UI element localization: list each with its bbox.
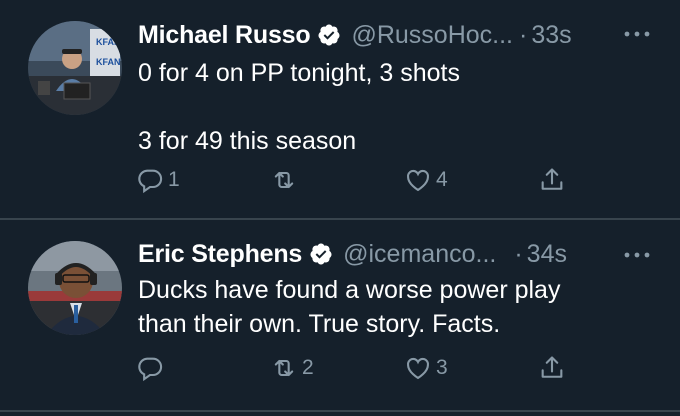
reply-count: 1 (168, 168, 180, 191)
tweet[interactable]: KFAN KFAN Michael Russo @RussoHoc... · 3… (0, 0, 680, 219)
like-count: 3 (436, 356, 448, 379)
avatar-sign-text: KFAN (96, 37, 121, 47)
separator-dot: · (514, 239, 523, 268)
tweet-text-line: than their own. True story. Facts. (138, 310, 501, 338)
timestamp[interactable]: 33s (531, 21, 571, 50)
tweet-text: Ducks have found a worse power play than… (138, 273, 560, 341)
tweet-text-line: 0 for 4 on PP tonight, 3 shots (138, 59, 460, 87)
avatar-sign-text: KFAN (96, 57, 121, 67)
reply-icon (138, 169, 163, 194)
tweet-text-line: 3 for 49 this season (138, 127, 357, 155)
more-icon[interactable] (623, 28, 651, 40)
tweet-actions: 2 3 (136, 354, 576, 394)
display-name[interactable]: Eric Stephens (138, 240, 302, 269)
like-button[interactable]: 4 (404, 166, 448, 194)
tweet-header: Eric Stephens @icemanco... · 34s (138, 237, 567, 271)
like-icon (407, 169, 429, 192)
separator-dot: · (519, 20, 528, 49)
retweet-button[interactable] (270, 166, 302, 194)
reply-icon (138, 357, 163, 382)
handle[interactable]: @RussoHoc... (351, 21, 513, 50)
share-button[interactable] (538, 166, 566, 194)
avatar[interactable]: KFAN KFAN (28, 21, 122, 115)
retweet-count: 2 (302, 356, 314, 379)
tweet-divider (0, 218, 680, 220)
retweet-button[interactable]: 2 (270, 354, 314, 382)
share-button[interactable] (538, 354, 566, 382)
share-icon (541, 168, 563, 190)
retweet-icon (274, 171, 294, 189)
like-icon (407, 357, 429, 380)
share-icon (541, 356, 563, 378)
display-name[interactable]: Michael Russo (138, 21, 311, 50)
more-icon[interactable] (623, 249, 651, 261)
like-count: 4 (436, 168, 448, 191)
handle[interactable]: @icemanco... (343, 240, 496, 269)
avatar[interactable] (28, 241, 122, 335)
timestamp[interactable]: 34s (527, 240, 567, 269)
tweet-text: 0 for 4 on PP tonight, 3 shots 3 for 49 … (138, 56, 460, 158)
retweet-icon (274, 359, 294, 377)
like-button[interactable]: 3 (404, 354, 448, 382)
tweet-text-line (138, 90, 460, 124)
verified-badge-icon (310, 243, 332, 265)
tweet-actions: 1 4 (136, 166, 576, 206)
reply-button[interactable] (136, 354, 168, 382)
reply-button[interactable]: 1 (136, 166, 180, 194)
tweet-header: Michael Russo @RussoHoc... · 33s (138, 18, 668, 52)
verified-badge-icon (318, 24, 340, 46)
tweet-text-line: Ducks have found a worse power play (138, 276, 561, 304)
tweet-divider (0, 410, 680, 412)
